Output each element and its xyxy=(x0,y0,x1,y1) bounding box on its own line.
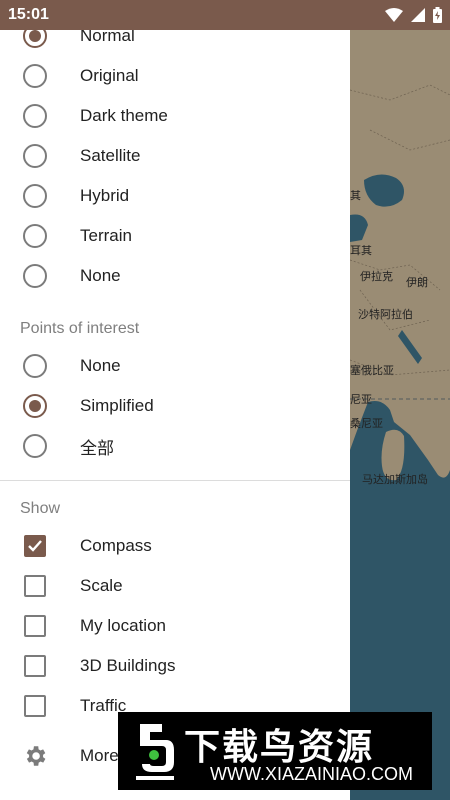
map-view[interactable]: 其 耳其 伊拉克 伊朗 沙特阿拉伯 塞俄比亚 尼亚 桑尼亚 马达加斯加岛 xyxy=(350,30,450,800)
radio-button[interactable] xyxy=(23,64,47,88)
gear-icon xyxy=(26,746,46,766)
signal-icon xyxy=(411,8,425,22)
checkbox[interactable] xyxy=(24,655,46,677)
show-compass[interactable]: Compass xyxy=(0,526,350,566)
poi-all[interactable]: 全部 xyxy=(0,426,350,466)
map-type-terrain[interactable]: Terrain xyxy=(0,216,350,256)
map-label: 伊朗 xyxy=(406,276,428,289)
radio-button-selected[interactable] xyxy=(23,30,47,48)
status-icons xyxy=(385,7,442,23)
radio-button[interactable] xyxy=(23,434,47,458)
radio-button[interactable] xyxy=(23,354,47,378)
map-type-hybrid[interactable]: Hybrid xyxy=(0,176,350,216)
checkbox[interactable] xyxy=(24,575,46,597)
radio-button[interactable] xyxy=(23,184,47,208)
map-label: 其 xyxy=(350,189,361,202)
map-type-none[interactable]: None xyxy=(0,256,350,296)
map-label: 桑尼亚 xyxy=(350,417,383,430)
map-label: 伊拉克 xyxy=(360,270,393,283)
show-label: My location xyxy=(80,616,166,635)
map-type-label: Terrain xyxy=(80,226,132,245)
section-divider xyxy=(0,480,350,481)
checkbox[interactable] xyxy=(24,615,46,637)
map-label: 沙特阿拉伯 xyxy=(358,308,413,321)
more-label: More xyxy=(80,746,119,765)
watermark-banner: 下载鸟资源 WWW.XIAZAINIAO.COM xyxy=(118,712,432,790)
radio-button[interactable] xyxy=(23,224,47,248)
map-type-satellite[interactable]: Satellite xyxy=(0,136,350,176)
show-scale[interactable]: Scale xyxy=(0,566,350,606)
poi-label: None xyxy=(80,356,121,375)
poi-none[interactable]: None xyxy=(0,346,350,386)
map-type-label: Normal xyxy=(80,30,135,45)
map-type-label: Dark theme xyxy=(80,106,168,125)
show-section-title: Show xyxy=(20,500,61,517)
wifi-icon xyxy=(385,8,403,22)
map-type-dark-theme[interactable]: Dark theme xyxy=(0,96,350,136)
show-label: Compass xyxy=(80,536,152,555)
map-type-original[interactable]: Original xyxy=(0,56,350,96)
map-type-normal[interactable]: Normal xyxy=(0,30,350,56)
poi-simplified[interactable]: Simplified xyxy=(0,386,350,426)
poi-label: 全部 xyxy=(80,438,114,458)
show-3d-buildings[interactable]: 3D Buildings xyxy=(0,646,350,686)
status-time: 15:01 xyxy=(8,6,49,23)
map-label: 耳其 xyxy=(350,244,372,257)
show-my-location[interactable]: My location xyxy=(0,606,350,646)
map-label: 马达加斯加岛 xyxy=(362,473,428,486)
show-label: 3D Buildings xyxy=(80,656,176,675)
battery-icon xyxy=(433,7,442,23)
radio-button-selected[interactable] xyxy=(23,394,47,418)
map-type-label: Satellite xyxy=(80,146,141,165)
map-type-label: Hybrid xyxy=(80,186,130,205)
bird-logo-icon xyxy=(136,724,174,780)
poi-section-title: Points of interest xyxy=(20,320,140,337)
radio-button[interactable] xyxy=(23,104,47,128)
show-label: Scale xyxy=(80,576,123,595)
map-type-label: None xyxy=(80,266,121,285)
checkbox[interactable] xyxy=(24,695,46,717)
map-type-label: Original xyxy=(80,66,139,85)
radio-button[interactable] xyxy=(23,144,47,168)
checkmark-icon xyxy=(28,540,42,552)
status-bar: 15:01 xyxy=(0,0,450,30)
map-label: 塞俄比亚 xyxy=(350,364,394,377)
poi-label: Simplified xyxy=(80,396,154,415)
watermark-title: 下载鸟资源 xyxy=(184,727,375,768)
watermark-url: WWW.XIAZAINIAO.COM xyxy=(210,764,413,784)
map-settings-drawer: Normal Original Dark theme Satellite Hyb… xyxy=(0,30,350,800)
checkbox-checked[interactable] xyxy=(24,535,46,557)
map-label: 尼亚 xyxy=(350,393,372,406)
radio-button[interactable] xyxy=(23,264,47,288)
